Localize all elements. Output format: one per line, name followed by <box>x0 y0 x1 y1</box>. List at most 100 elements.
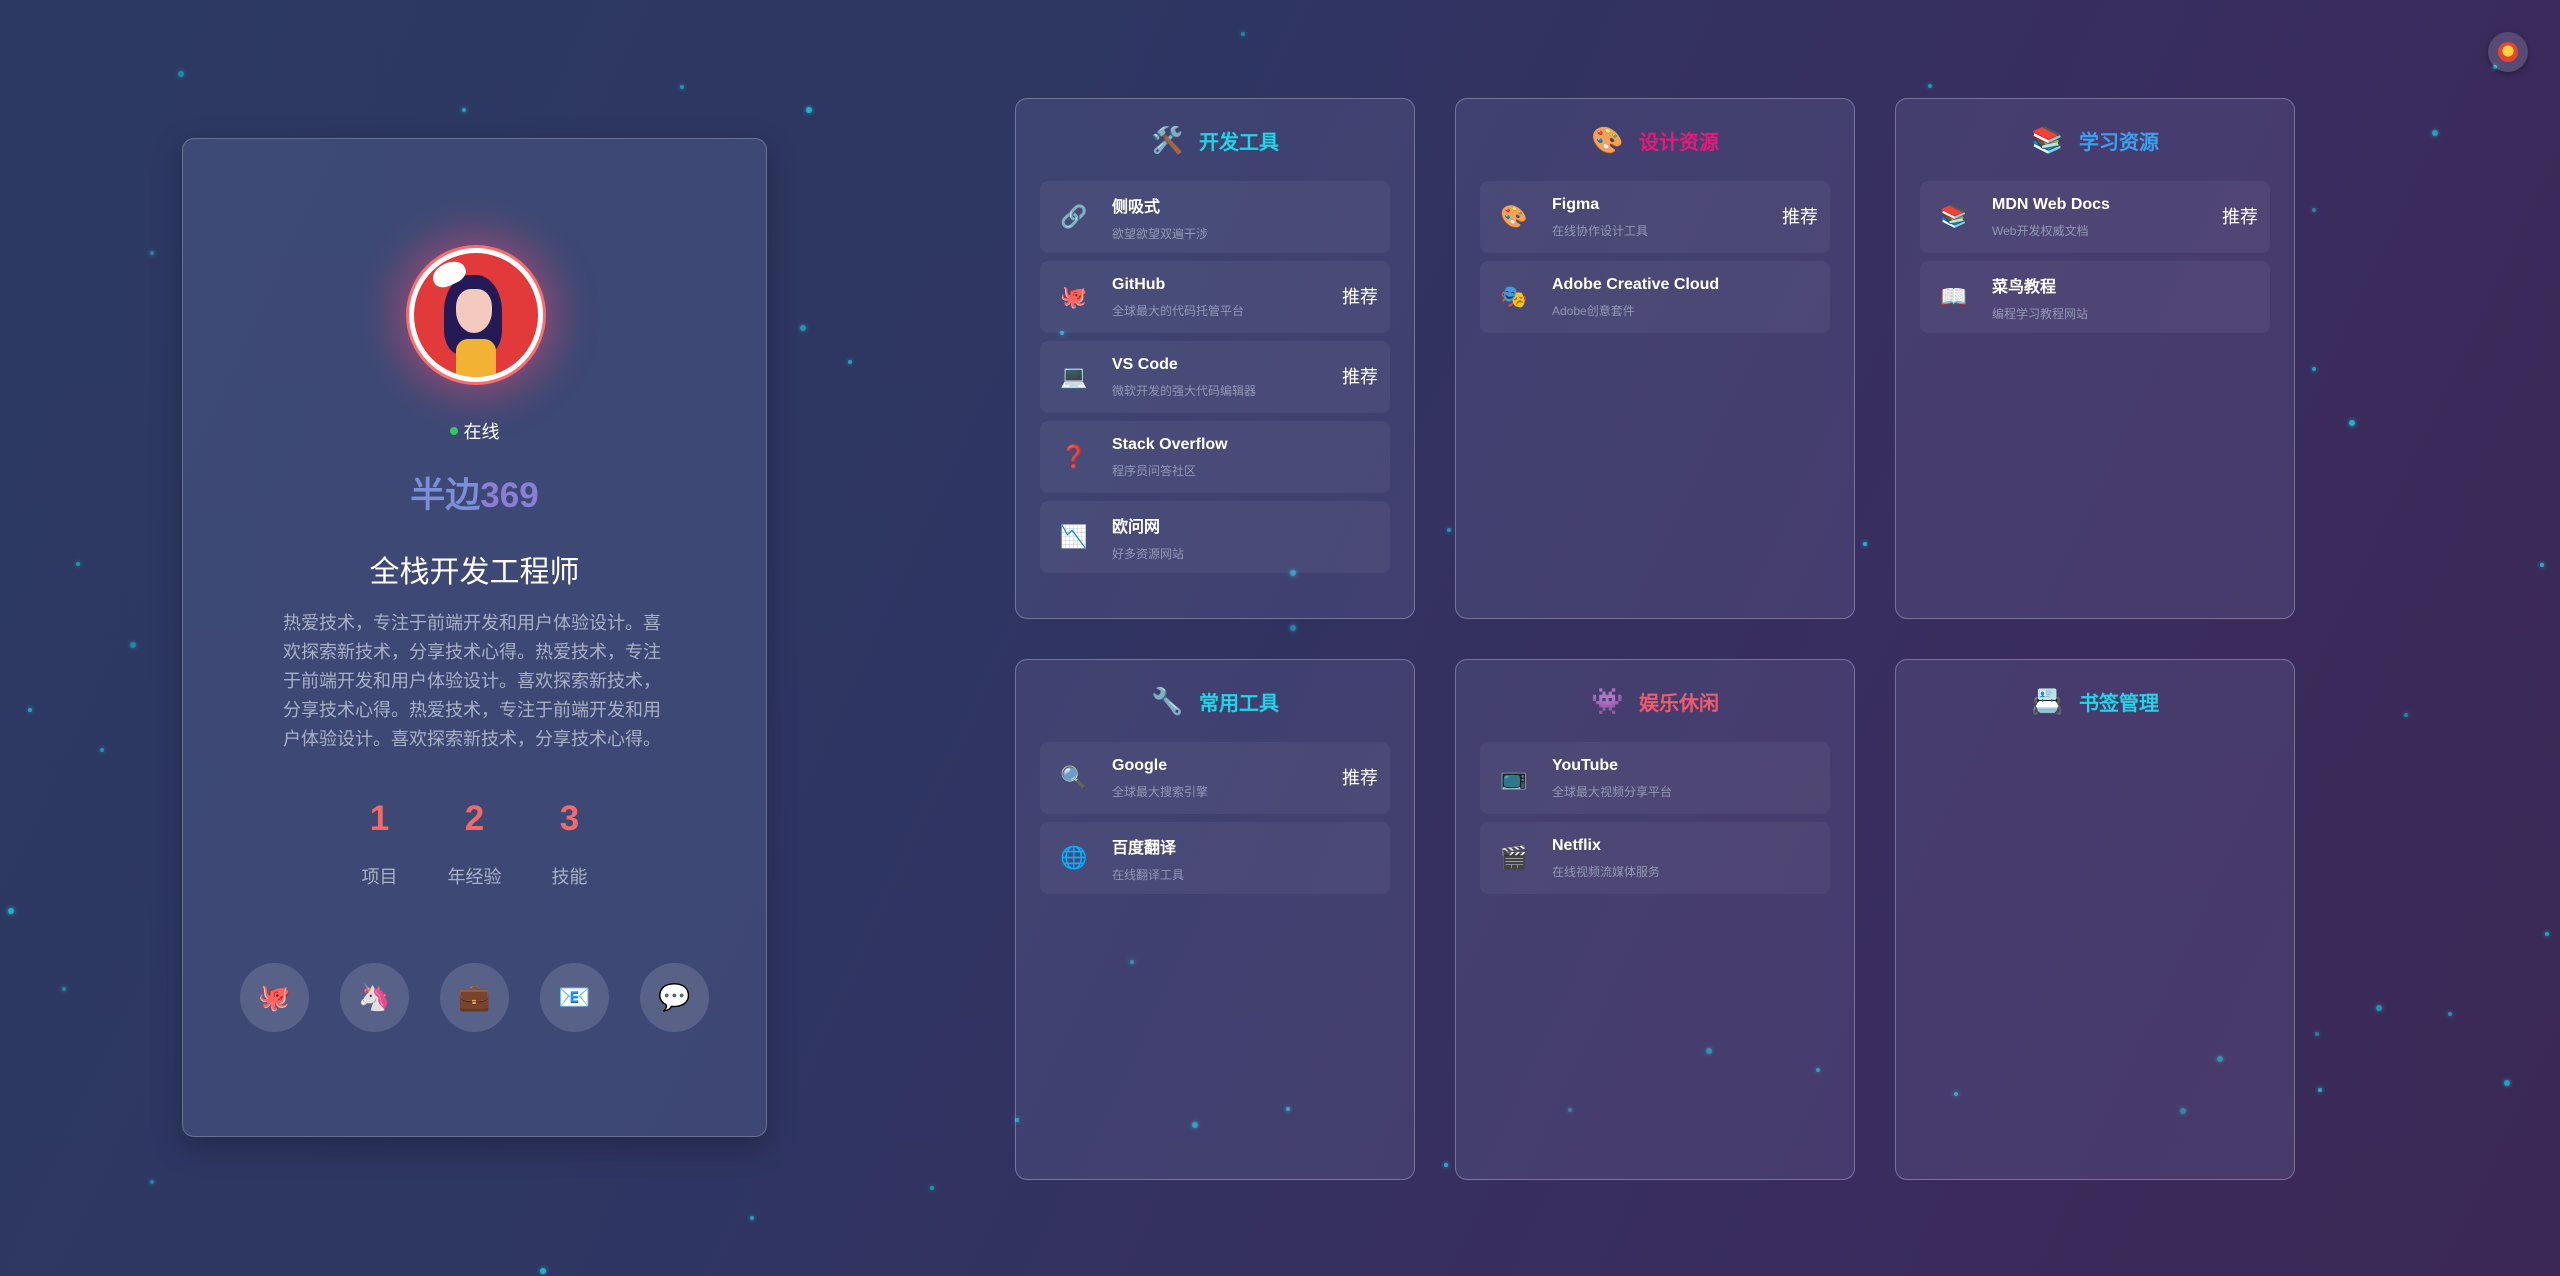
bookmark-link[interactable]: 🔗 侧吸式 欲望欲望双遍干涉 <box>1040 181 1390 253</box>
bookmark-name: 百度翻译 <box>1112 839 1177 857</box>
bookmark-name: Adobe Creative Cloud <box>1552 275 1720 293</box>
bookmark-link[interactable]: 📉 欧问网 好多资源网站 <box>1040 501 1390 573</box>
online-status: 在线 <box>183 418 766 444</box>
profile-name: 半边369 <box>183 467 766 518</box>
bookmark-description: 在线翻译工具 <box>1112 867 1185 882</box>
category-icon: 🔧 <box>1151 685 1184 716</box>
bookmark-description: 全球最大的代码托管平台 <box>1112 303 1245 318</box>
bookmark-description: 编程学习教程网站 <box>1992 306 2089 321</box>
stat-skills: 3 技能 <box>522 799 617 889</box>
bookmark-link[interactable]: ❓ Stack Overflow 程序员问答社区 <box>1040 421 1390 493</box>
category-title: 娱乐休闲 <box>1639 692 1719 715</box>
category-title: 学习资源 <box>2079 131 2159 154</box>
category-title: 书签管理 <box>2079 692 2159 715</box>
bookmark-description: 欲望欲望双遍干涉 <box>1112 226 1209 241</box>
theme-toggle-button[interactable] <box>2488 32 2528 72</box>
bookmark-name: GitHub <box>1112 275 1166 293</box>
recommend-badge: 推荐 <box>1782 207 1818 227</box>
bookmark-icon: 📺 <box>1500 765 1528 790</box>
bookmark-link[interactable]: 🔍 Google 全球最大搜索引擎 推荐 <box>1040 742 1390 814</box>
bookmark-link[interactable]: 🎭 Adobe Creative Cloud Adobe创意套件 <box>1480 261 1830 333</box>
bookmark-description: 程序员问答社区 <box>1112 463 1197 478</box>
social-button[interactable]: 📧 <box>540 963 609 1032</box>
bookmark-link[interactable]: 🌐 百度翻译在线翻译工具 <box>1040 822 1390 894</box>
briefcase-icon: 💼 <box>458 982 491 1012</box>
recommend-badge: 推荐 <box>1342 768 1378 788</box>
bookmark-icon: 📚 <box>1940 204 1968 229</box>
category-header: 🔧 常用工具 <box>1016 660 1414 742</box>
bookmark-icon: 🐙 <box>1060 284 1088 309</box>
profile-card: 在线 半边369 全栈开发工程师 热爱技术，专注于前端开发和用户体验设计。喜欢探… <box>182 138 767 1137</box>
stat-label: 年经验 <box>447 867 502 887</box>
name-prefix: 半边 <box>410 476 481 515</box>
email-icon: 📧 <box>558 982 591 1012</box>
stat-experience: 2 年经验 <box>427 799 522 889</box>
category-title: 常用工具 <box>1199 692 1279 715</box>
bookmark-icon: 📖 <box>1940 284 1968 309</box>
stat-label: 项目 <box>361 867 398 887</box>
bookmark-icon: 💻 <box>1060 364 1088 389</box>
category-header: 📚 学习资源 <box>1896 99 2294 181</box>
social-button[interactable]: 🐙 <box>240 963 309 1032</box>
social-links: 🐙 🦄 💼 📧 💬 <box>240 963 709 1032</box>
avatar-image <box>414 253 538 377</box>
stat-projects: 1 项目 <box>332 799 427 889</box>
theme-icon <box>2498 42 2518 62</box>
bookmark-link[interactable]: 💻 VS Code 微软开发的强大代码编辑器 推荐 <box>1040 341 1390 413</box>
social-button[interactable]: 💬 <box>640 963 709 1032</box>
profile-role: 全栈开发工程师 <box>369 556 580 589</box>
bookmark-name: Google <box>1112 756 1168 774</box>
stat-value: 1 <box>369 799 390 838</box>
bookmark-description: 在线视频流媒体服务 <box>1552 864 1661 879</box>
recommend-badge: 推荐 <box>1342 287 1378 307</box>
bookmark-name: 侧吸式 <box>1112 198 1161 216</box>
social-button[interactable]: 💼 <box>440 963 509 1032</box>
category-icon: 📇 <box>2031 685 2064 716</box>
bookmark-link[interactable]: 🎨 Figma 在线协作设计工具 推荐 <box>1480 181 1830 253</box>
category-header: 👾 娱乐休闲 <box>1456 660 1854 742</box>
bookmark-link[interactable]: 📖 菜鸟教程编程学习教程网站 <box>1920 261 2270 333</box>
avatar[interactable] <box>406 245 546 385</box>
bookmark-name: Figma <box>1552 195 1600 213</box>
bookmark-link[interactable]: 📺 YouTube 全球最大视频分享平台 <box>1480 742 1830 814</box>
category-header: 🛠️ 开发工具 <box>1016 99 1414 181</box>
status-label: 在线 <box>463 422 500 442</box>
online-dot-icon <box>449 427 458 435</box>
chat-icon: 💬 <box>658 982 691 1012</box>
category-title: 开发工具 <box>1199 131 1279 154</box>
category-card: 🛠️ 开发工具 🔗 侧吸式 欲望欲望双遍干涉 🐙 GitHub 全球最大的代码托管平台 推荐 💻 V… <box>1015 98 1415 619</box>
category-icon: 🛠️ <box>1151 124 1184 155</box>
bookmark-icon: 🎭 <box>1500 284 1528 309</box>
recommend-badge: 推荐 <box>2222 207 2258 227</box>
category-card: 🎨 设计资源 🎨 Figma 在线协作设计工具 推荐 🎭 Adobe Creative Clo… <box>1455 98 1855 619</box>
bookmark-description: Web开发权威文档 <box>1992 223 2089 238</box>
bookmark-icon: 🌐 <box>1060 845 1088 870</box>
bookmark-name: MDN Web Docs <box>1992 195 2110 213</box>
bookmark-name: 菜鸟教程 <box>1992 278 2057 296</box>
name-suffix: 369 <box>480 476 539 515</box>
category-icon: 👾 <box>1591 685 1624 716</box>
bookmark-description: 全球最大视频分享平台 <box>1552 784 1673 799</box>
bookmark-icon: 📉 <box>1060 524 1088 549</box>
bookmark-description: 在线协作设计工具 <box>1552 223 1649 238</box>
bookmark-description: Adobe创意套件 <box>1552 303 1635 318</box>
category-header: 📇 书签管理 <box>1896 660 2294 742</box>
social-button[interactable]: 🦄 <box>340 963 409 1032</box>
bookmark-link[interactable]: 🐙 GitHub 全球最大的代码托管平台 推荐 <box>1040 261 1390 333</box>
category-header: 🎨 设计资源 <box>1456 99 1854 181</box>
bookmark-name: Netflix <box>1552 836 1601 854</box>
bookmark-link[interactable]: 🎬 Netflix 在线视频流媒体服务 <box>1480 822 1830 894</box>
bookmark-icon: 🎬 <box>1500 845 1528 870</box>
category-card: 🔧 常用工具 🔍 Google 全球最大搜索引擎 推荐 🌐 百度翻译在线翻译工具 <box>1015 659 1415 1180</box>
profile-bio: 热爱技术，专注于前端开发和用户体验设计。喜欢探索新技术，分享技术心得。热爱技术，… <box>283 613 661 749</box>
category-card: 👾 娱乐休闲 📺 YouTube 全球最大视频分享平台 🎬 Netflix 在线视频流媒体服务 <box>1455 659 1855 1180</box>
stat-label: 技能 <box>551 867 588 887</box>
category-card: 📇 书签管理 <box>1895 659 2295 1180</box>
bookmark-icon: 🎨 <box>1500 204 1528 229</box>
bookmark-name: Stack Overflow <box>1112 435 1228 453</box>
category-icon: 📚 <box>2031 124 2064 155</box>
bookmark-name: VS Code <box>1112 355 1178 373</box>
github-icon: 🐙 <box>258 982 291 1012</box>
recommend-badge: 推荐 <box>1342 367 1378 387</box>
bookmark-link[interactable]: 📚 MDN Web Docs Web开发权威文档 推荐 <box>1920 181 2270 253</box>
